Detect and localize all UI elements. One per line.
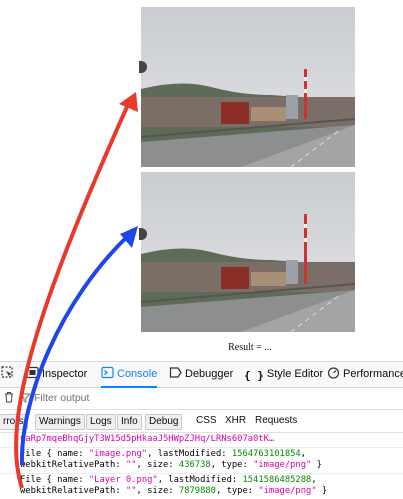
tab-label: Style Editor: [266, 368, 324, 380]
photo-top: [141, 7, 355, 167]
devtools-tabbar: Inspector Console Debugger { } Style Edit…: [0, 361, 403, 388]
photo-bottom: [141, 172, 355, 332]
console-line-file1[interactable]: File { name: "image.png", lastModified: …: [20, 449, 306, 461]
tab-label: Debugger: [185, 368, 234, 380]
tab-console[interactable]: Console: [101, 362, 158, 388]
blue-arrowhead: [120, 226, 138, 248]
level-info[interactable]: Info: [117, 414, 142, 430]
console-line-file2[interactable]: File { name: "Layer 0.png", lastModified…: [20, 475, 317, 487]
tab-style-editor[interactable]: { } Style Editor: [244, 362, 323, 387]
tab-label: Inspector: [42, 368, 88, 380]
level-errors[interactable]: rrors: [0, 414, 28, 430]
log-level-bar: rrors Warnings Logs Info Debug CSS XHR R…: [0, 410, 403, 433]
tab-inspector[interactable]: Inspector: [26, 362, 87, 387]
performance-icon: [327, 367, 340, 379]
devtools-panel: Inspector Console Debugger { } Style Edit…: [0, 361, 403, 499]
filter-icon: [20, 393, 30, 403]
filter-css[interactable]: CSS: [193, 414, 220, 428]
filter-requests[interactable]: Requests: [252, 414, 300, 428]
tab-label: Performance: [343, 368, 403, 380]
console-line-file2-cont: webkitRelativePath: "", size: 7879880, t…: [20, 486, 328, 496]
tab-debugger[interactable]: Debugger: [169, 362, 233, 387]
inspector-icon: [26, 366, 39, 379]
console-line-base64: uaRp7mqeBhqGjyT3W15d5pHkaaJ5HWpZJHq/LRNs…: [20, 434, 275, 444]
filter-input[interactable]: Filter output: [34, 390, 334, 406]
tab-performance[interactable]: Performance: [327, 362, 403, 387]
level-warnings[interactable]: Warnings: [35, 414, 85, 430]
filter-bar: Filter output: [0, 387, 403, 410]
tab-label: Console: [117, 368, 158, 380]
inspector-pick-icon[interactable]: [1, 362, 17, 387]
result-text: Result = ...: [228, 342, 272, 353]
braces-icon: { }: [244, 369, 264, 382]
debugger-icon: [169, 367, 182, 378]
filter-xhr[interactable]: XHR: [222, 414, 249, 428]
trash-icon[interactable]: [4, 391, 14, 403]
console-line-file1-cont: webkitRelativePath: "", size: 436738, ty…: [20, 460, 322, 470]
level-logs[interactable]: Logs: [86, 414, 116, 430]
console-icon: [101, 366, 114, 379]
red-arrowhead: [119, 92, 138, 112]
level-debug[interactable]: Debug: [145, 414, 183, 430]
